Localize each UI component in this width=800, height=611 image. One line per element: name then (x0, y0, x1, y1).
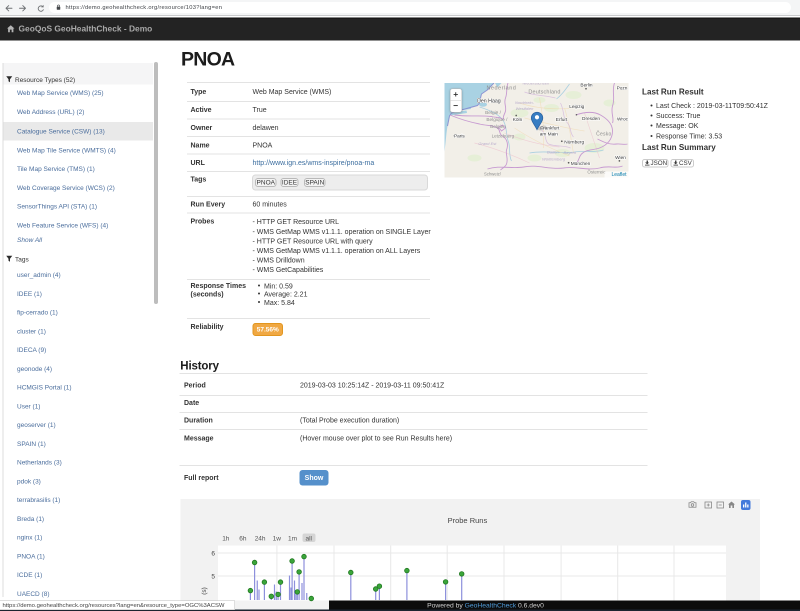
svg-text:Nederland: Nederland (486, 85, 516, 91)
svg-text:Dresden: Dresden (582, 116, 600, 122)
svg-text:Württemberg: Württemberg (542, 156, 566, 161)
svg-text:Paris: Paris (454, 133, 465, 139)
svg-text:Wroc: Wroc (617, 116, 629, 122)
svg-text:Leipzig: Leipzig (569, 104, 584, 110)
svg-text:Belgien: Belgien (490, 124, 506, 130)
svg-text:Österreic: Österreic (587, 168, 606, 174)
svg-text:Niedersachsen: Niedersachsen (523, 83, 550, 86)
svg-text:Den Haag: Den Haag (477, 98, 501, 104)
svg-text:Bayern: Bayern (563, 150, 576, 155)
svg-text:Westfalen: Westfalen (516, 106, 534, 111)
svg-text:Köln: Köln (513, 117, 523, 123)
svg-text:Letzebuerg: Letzebuerg (492, 133, 515, 138)
svg-text:Berlin: Berlin (580, 83, 593, 89)
svg-text:Nordrhein-: Nordrhein- (515, 100, 535, 105)
svg-text:Pozn: Pozn (617, 85, 628, 91)
svg-text:Belgique /: Belgique / (486, 117, 508, 123)
svg-text:Deutschland: Deutschland (528, 89, 560, 95)
svg-text:am Main: am Main (540, 131, 559, 137)
svg-text:Česko: Česko (596, 130, 611, 137)
svg-text:München: München (571, 161, 591, 167)
svg-text:Schweiz/: Schweiz/ (484, 171, 502, 176)
svg-text:Baden-: Baden- (547, 149, 561, 154)
svg-text:Nürnberg: Nürnberg (564, 139, 584, 145)
svg-text:Erfurt: Erfurt (556, 117, 568, 123)
svg-text:België /: België / (485, 110, 502, 116)
svg-text:Grand Est: Grand Est (478, 141, 497, 146)
svg-text:Wien: Wien (615, 155, 626, 161)
svg-text:Leaflet: Leaflet (611, 172, 627, 178)
